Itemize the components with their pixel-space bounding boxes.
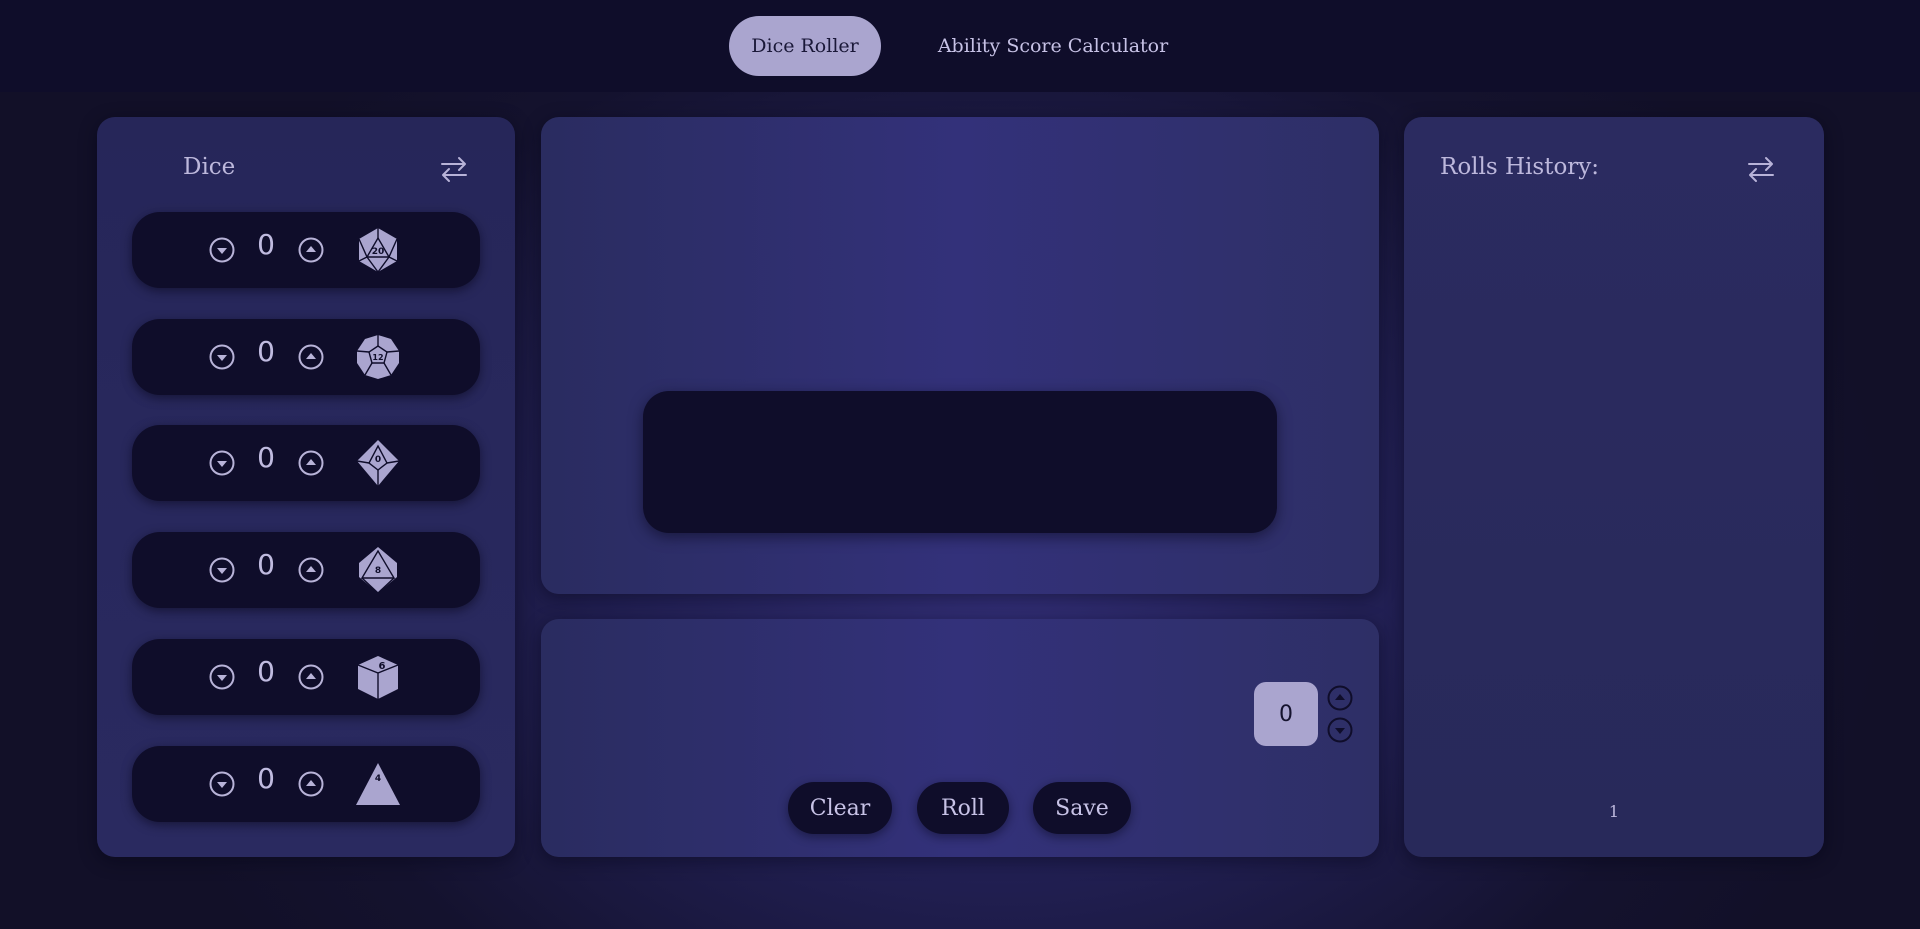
roll-button[interactable]: Roll xyxy=(917,782,1009,834)
d10-icon[interactable]: 0 xyxy=(354,439,402,487)
decrement-d8-button[interactable] xyxy=(209,557,235,583)
clear-button[interactable]: Clear xyxy=(788,782,892,834)
dice-row-d10: 0 0 xyxy=(132,425,480,501)
decrement-d10-button[interactable] xyxy=(209,450,235,476)
increment-d8-button[interactable] xyxy=(298,557,324,583)
increment-d20-button[interactable] xyxy=(298,237,324,263)
history-page-number[interactable]: 1 xyxy=(1604,802,1624,821)
increment-d6-button[interactable] xyxy=(298,664,324,690)
d8-label: 8 xyxy=(375,566,381,576)
dice-row-d12: 0 12 xyxy=(132,319,480,395)
d4-count: 0 xyxy=(257,762,275,795)
d4-icon[interactable]: 4 xyxy=(354,760,402,808)
tab-dice-roller[interactable]: Dice Roller xyxy=(729,16,881,76)
save-button[interactable]: Save xyxy=(1033,782,1131,834)
d12-label: 12 xyxy=(372,353,383,362)
d12-count: 0 xyxy=(257,335,275,368)
increment-d4-button[interactable] xyxy=(298,771,324,797)
dice-panel-title: Dice xyxy=(183,154,236,180)
d10-label: 0 xyxy=(375,455,381,465)
modifier-increment-button[interactable] xyxy=(1327,685,1353,711)
roll-result-box xyxy=(643,391,1277,533)
d20-icon[interactable]: 20 xyxy=(354,226,402,274)
dice-row-d8: 0 8 xyxy=(132,532,480,608)
d20-count: 0 xyxy=(257,228,275,261)
modifier-value[interactable]: 0 xyxy=(1254,682,1318,746)
d4-label: 4 xyxy=(375,774,381,784)
d10-count: 0 xyxy=(257,441,275,474)
increment-d10-button[interactable] xyxy=(298,450,324,476)
modifier-decrement-button[interactable] xyxy=(1327,717,1353,743)
rolls-history-title: Rolls History: xyxy=(1440,154,1600,180)
dice-row-d4: 0 4 xyxy=(132,746,480,822)
swap-arrows-icon[interactable] xyxy=(439,154,469,184)
d12-icon[interactable]: 12 xyxy=(354,333,402,381)
d20-label: 20 xyxy=(372,247,385,257)
increment-d12-button[interactable] xyxy=(298,344,324,370)
d6-label: 6 xyxy=(379,661,386,672)
dice-row-d20: 0 20 xyxy=(132,212,480,288)
rolls-history-panel xyxy=(1404,117,1824,857)
decrement-d4-button[interactable] xyxy=(209,771,235,797)
dice-row-d6: 0 6 xyxy=(132,639,480,715)
decrement-d6-button[interactable] xyxy=(209,664,235,690)
d8-icon[interactable]: 8 xyxy=(354,546,402,594)
decrement-d12-button[interactable] xyxy=(209,344,235,370)
top-navigation: Dice Roller Ability Score Calculator xyxy=(0,0,1920,92)
d6-icon[interactable]: 6 xyxy=(354,653,402,701)
d6-count: 0 xyxy=(257,655,275,688)
tab-ability-score-calculator[interactable]: Ability Score Calculator xyxy=(920,16,1186,76)
history-swap-arrows-icon[interactable] xyxy=(1746,154,1776,184)
d8-count: 0 xyxy=(257,548,275,581)
decrement-d20-button[interactable] xyxy=(209,237,235,263)
